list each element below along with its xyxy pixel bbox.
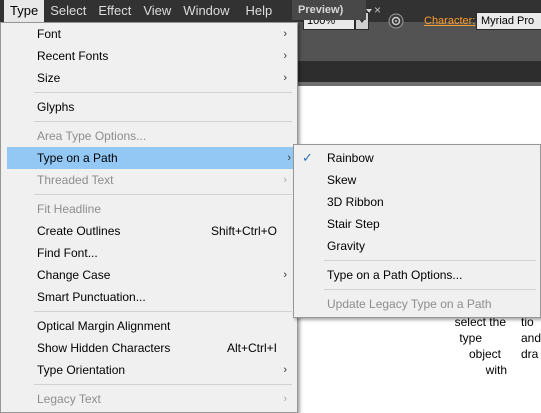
submenu-item-stair-step[interactable]: Stair Step bbox=[294, 213, 540, 235]
chevron-right-icon: › bbox=[283, 72, 287, 84]
menu-separator bbox=[324, 289, 536, 290]
menu-select[interactable]: Select bbox=[44, 0, 92, 22]
menu-item-find-font[interactable]: Find Font... bbox=[1, 242, 297, 264]
document-tab[interactable]: Preview) bbox=[292, 0, 366, 20]
menu-item-size[interactable]: Size › bbox=[1, 67, 297, 89]
menu-separator bbox=[34, 121, 292, 122]
menu-item-label: Create Outlines bbox=[37, 224, 121, 238]
chevron-right-icon: › bbox=[283, 174, 287, 186]
canvas-text-line: object bbox=[468, 347, 501, 361]
menu-window[interactable]: Window bbox=[177, 0, 235, 22]
submenu-item-gravity[interactable]: Gravity bbox=[294, 235, 540, 257]
menu-item-type-orientation[interactable]: Type Orientation › bbox=[1, 359, 297, 381]
menu-type[interactable]: Type bbox=[4, 0, 45, 22]
menu-item-label: Smart Punctuation... bbox=[37, 290, 146, 304]
chevron-right-icon: › bbox=[283, 269, 287, 281]
menu-item-label: Legacy Text bbox=[37, 392, 101, 406]
menu-item-glyphs[interactable]: Glyphs bbox=[1, 96, 297, 118]
canvas-text-line: with bbox=[485, 363, 507, 377]
menu-item-type-on-a-path[interactable]: Type on a Path › bbox=[7, 147, 295, 169]
menu-separator bbox=[34, 92, 292, 93]
menu-effect[interactable]: Effect bbox=[92, 0, 137, 22]
menu-item-font[interactable]: Font › bbox=[1, 23, 297, 45]
menu-item-create-outlines[interactable]: Create Outlines Shift+Ctrl+O bbox=[1, 220, 297, 242]
submenu-item-update-legacy-type: Update Legacy Type on a Path bbox=[294, 293, 540, 315]
recolor-artwork-icon[interactable] bbox=[388, 13, 404, 29]
menu-item-label: Gravity bbox=[327, 239, 366, 253]
close-icon[interactable]: × bbox=[374, 0, 384, 20]
menu-item-label: Area Type Options... bbox=[37, 129, 147, 143]
menu-item-threaded-text: Threaded Text › bbox=[1, 169, 297, 191]
menu-item-optical-margin-alignment[interactable]: Optical Margin Alignment bbox=[1, 315, 297, 337]
menu-item-label: Find Font... bbox=[37, 246, 98, 260]
menu-item-legacy-text: Legacy Text › bbox=[1, 388, 297, 410]
menu-item-label: Threaded Text bbox=[37, 173, 114, 187]
menu-item-label: Fit Headline bbox=[37, 202, 102, 216]
menu-item-fit-headline: Fit Headline bbox=[1, 198, 297, 220]
menu-item-label: Type on a Path Options... bbox=[327, 268, 463, 282]
menu-item-shortcut: Alt+Ctrl+I bbox=[226, 341, 277, 355]
menu-item-label: Optical Margin Alignment bbox=[37, 319, 171, 333]
menu-item-shortcut: Shift+Ctrl+O bbox=[210, 224, 277, 238]
menu-item-label: Size bbox=[37, 71, 61, 85]
menu-item-label: Update Legacy Type on a Path bbox=[327, 297, 492, 311]
menu-item-change-case[interactable]: Change Case › bbox=[1, 264, 297, 286]
canvas-text-line: dra bbox=[521, 347, 539, 361]
chevron-right-icon: › bbox=[283, 50, 287, 62]
menu-item-label: 3D Ribbon bbox=[327, 195, 384, 209]
chevron-right-icon: › bbox=[287, 152, 291, 164]
menu-separator bbox=[324, 260, 536, 261]
menu-item-label: Font bbox=[37, 27, 62, 41]
chevron-right-icon: › bbox=[283, 28, 287, 40]
menu-separator bbox=[34, 384, 292, 385]
menu-separator bbox=[34, 311, 292, 312]
menu-item-label: Type on a Path bbox=[37, 151, 118, 165]
canvas-text-line: type bbox=[459, 331, 482, 345]
checkmark-icon: ✓ bbox=[302, 150, 313, 165]
menu-item-label: Recent Fonts bbox=[37, 49, 109, 63]
font-family-input[interactable]: Myriad Pro bbox=[476, 12, 541, 30]
menu-item-area-type-options: Area Type Options... bbox=[1, 125, 297, 147]
submenu-item-3d-ribbon[interactable]: 3D Ribbon bbox=[294, 191, 540, 213]
menu-item-label: Rainbow bbox=[327, 151, 374, 165]
chevron-right-icon: › bbox=[283, 393, 287, 405]
chevron-right-icon: › bbox=[283, 364, 287, 376]
submenu-item-rainbow[interactable]: ✓ Rainbow bbox=[294, 147, 540, 169]
type-on-a-path-submenu: ✓ Rainbow Skew 3D Ribbon Stair Step Grav… bbox=[293, 144, 541, 318]
menu-item-smart-punctuation[interactable]: Smart Punctuation... bbox=[1, 286, 297, 308]
character-panel-link[interactable]: Character: bbox=[424, 15, 475, 27]
menu-item-label: Skew bbox=[327, 173, 357, 187]
menu-item-label: Glyphs bbox=[37, 100, 75, 114]
menu-item-show-hidden-characters[interactable]: Show Hidden Characters Alt+Ctrl+I bbox=[1, 337, 297, 359]
submenu-item-type-on-a-path-options[interactable]: Type on a Path Options... bbox=[294, 264, 540, 286]
menu-help[interactable]: Help bbox=[240, 0, 279, 22]
submenu-item-skew[interactable]: Skew bbox=[294, 169, 540, 191]
menu-view[interactable]: View bbox=[137, 0, 177, 22]
type-menu: Font › Recent Fonts › Size › Glyphs Area… bbox=[0, 22, 298, 413]
menu-item-label: Change Case bbox=[37, 268, 111, 282]
menu-item-label: Type Orientation bbox=[37, 363, 126, 377]
menu-separator bbox=[34, 194, 292, 195]
canvas-text-line: and bbox=[521, 331, 541, 345]
menu-item-label: Show Hidden Characters bbox=[37, 341, 171, 355]
menu-item-label: Stair Step bbox=[327, 217, 380, 231]
menu-item-recent-fonts[interactable]: Recent Fonts › bbox=[1, 45, 297, 67]
